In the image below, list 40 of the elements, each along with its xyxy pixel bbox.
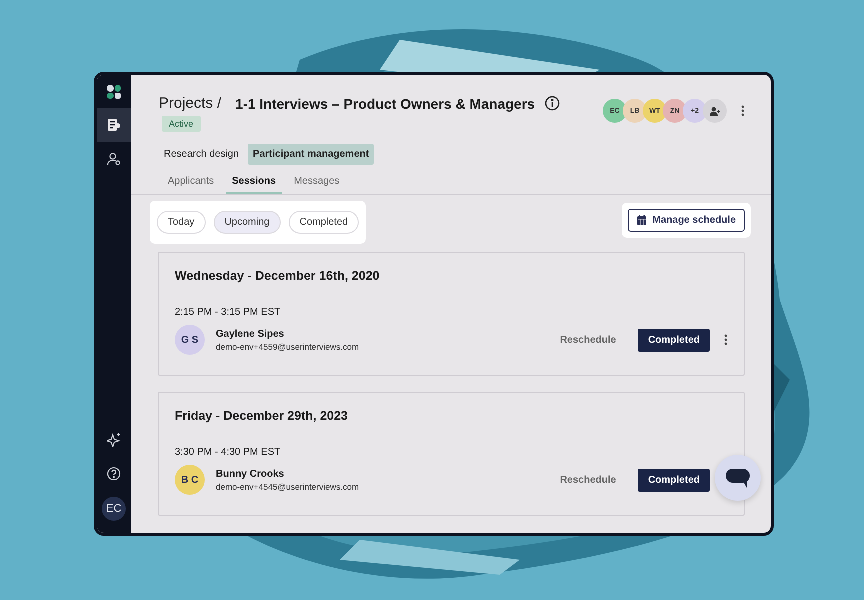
project-title: 1-1 Interviews – Product Owners & Managers <box>236 96 536 112</box>
session-time: 3:30 PM - 4:30 PM EST <box>175 447 282 458</box>
participant-name: Bunny Crooks <box>216 468 286 480</box>
manage-schedule-button[interactable]: Manage schedule <box>628 209 745 232</box>
section-tab[interactable]: Participant management <box>248 144 374 165</box>
sparkle-icon <box>107 433 121 447</box>
document-icon <box>107 118 121 132</box>
status-button[interactable]: Completed <box>638 328 710 352</box>
tab[interactable]: Sessions <box>226 173 282 194</box>
calendar-icon <box>636 215 647 226</box>
person-icon <box>107 152 121 166</box>
participant-avatar: B C <box>175 465 205 495</box>
add-person-icon <box>710 106 720 116</box>
user-avatar[interactable]: EC <box>102 497 126 521</box>
reschedule-button[interactable]: Reschedule <box>554 334 622 346</box>
participant-email: demo-env+4559@userinterviews.com <box>216 342 360 352</box>
reschedule-button[interactable]: Reschedule <box>554 474 622 486</box>
tab[interactable]: Messages <box>288 173 346 194</box>
section-tab[interactable]: Research design <box>159 144 244 165</box>
filter-chip[interactable]: Completed <box>288 211 360 234</box>
chat-icon <box>725 467 751 489</box>
session-date: Wednesday - December 16th, 2020 <box>175 269 381 283</box>
info-icon[interactable] <box>545 96 560 111</box>
session-date: Friday - December 29th, 2023 <box>175 409 349 423</box>
more-icon[interactable] <box>741 105 745 117</box>
more-icon[interactable] <box>724 334 728 346</box>
status-button[interactable]: Completed <box>638 468 710 492</box>
participant-avatar: G S <box>175 325 205 355</box>
add-person-button[interactable] <box>703 99 727 123</box>
session-time: 2:15 PM - 3:15 PM EST <box>175 307 282 318</box>
participant-email: demo-env+4545@userinterviews.com <box>216 482 360 492</box>
status-badge: Active <box>162 116 201 132</box>
sidebar-item[interactable] <box>97 108 131 142</box>
breadcrumb-link[interactable]: Projects / <box>159 95 222 112</box>
tab[interactable]: Applicants <box>162 173 220 194</box>
help-icon <box>107 467 121 481</box>
filter-chip[interactable]: Upcoming <box>214 211 281 234</box>
logo-icon <box>107 85 121 99</box>
participant-name: Gaylene Sipes <box>216 328 286 340</box>
filter-chip[interactable]: Today <box>157 211 206 234</box>
